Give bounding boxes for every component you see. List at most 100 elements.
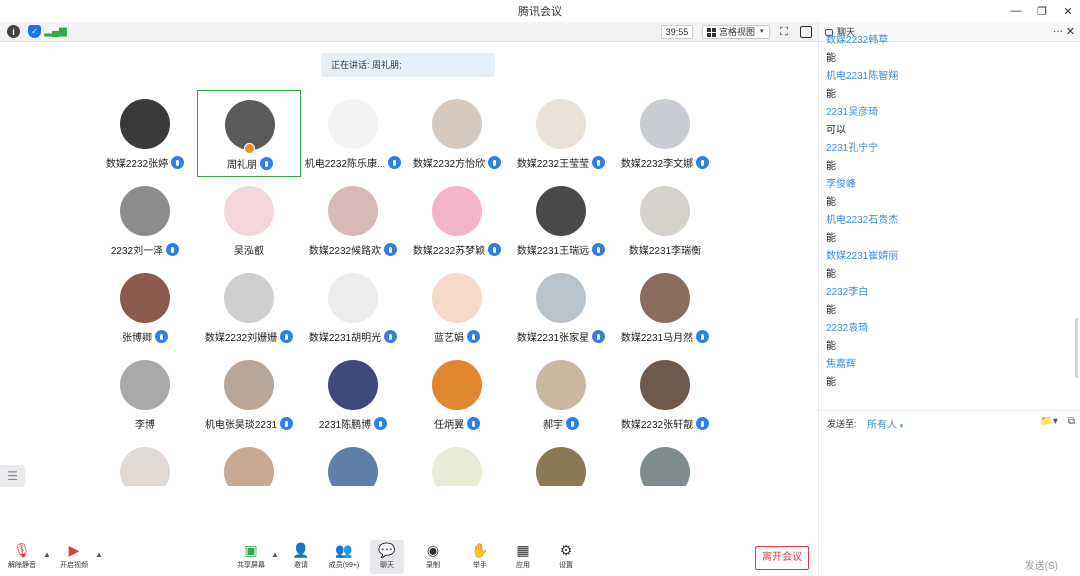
participant-name: 数媒2232王莹莹 (516, 159, 590, 170)
avatar (432, 99, 482, 149)
chat-button[interactable]: 💬 聊天 (370, 540, 404, 574)
participant-tile[interactable]: 机电张昊琰2231 (197, 351, 301, 438)
apps-button[interactable]: ▦ 应用 (506, 540, 540, 574)
participant-tile[interactable]: 数媒2232李文娜 (613, 90, 717, 177)
chat-sender[interactable]: 数媒2231崔婧丽 (826, 248, 1071, 266)
participant-tile[interactable]: 数媒2231李瑞衡 (613, 177, 717, 264)
chat-sender[interactable]: 2231吴彦琦 (826, 104, 1071, 122)
fullscreen-icon[interactable]: ⛶ (778, 26, 790, 38)
share-screen-icon: ▣ (244, 542, 258, 558)
record-button[interactable]: ◉ 录制 (416, 540, 450, 574)
participant-tile[interactable]: 数媒2232张婷 (93, 90, 197, 177)
settings-button[interactable]: ⚙ 设置 (549, 540, 583, 574)
participant-name-row: 任炳翼 (405, 416, 509, 431)
participant-tile[interactable]: 蓝艺娟 (405, 264, 509, 351)
share-options-caret[interactable]: ▲ (271, 550, 279, 559)
participant-tile-active[interactable]: 周礼朋 (197, 90, 301, 177)
chat-message-text: 可以 (826, 125, 846, 136)
participant-name-row: 数媒2232方怡欣 (405, 155, 509, 170)
chat-message-text: 能 (826, 377, 836, 388)
members-button[interactable]: 👥 成员(99+) (327, 540, 361, 574)
participant-name: 数媒2231王瑞远 (516, 246, 590, 257)
participant-name: 数媒2232苏梦颖 (412, 246, 486, 257)
send-to-row: 发送至: 所有人 ▾ 📁▾ ⧉ (819, 410, 1080, 434)
participant-tile[interactable] (405, 438, 509, 486)
title-bar: 腾讯会议 — ❐ ✕ (0, 0, 1080, 22)
participant-name-row: 数媒2231马月然 (613, 329, 717, 344)
leave-meeting-button[interactable]: 离开会议 (755, 546, 809, 570)
sidebar-toggle-icon[interactable] (800, 26, 812, 38)
chat-sender[interactable]: 焦嘉辉 (826, 356, 1071, 374)
send-button[interactable]: 发送(S) (1025, 557, 1058, 572)
chat-message-text: 能 (826, 305, 836, 316)
avatar (536, 360, 586, 410)
shield-icon[interactable]: ✓ (28, 25, 41, 38)
participant-tile[interactable]: 李博 (93, 351, 197, 438)
chat-sender[interactable]: 2231孔宁宁 (826, 140, 1071, 158)
participant-tile[interactable]: 数媒2232方怡欣 (405, 90, 509, 177)
info-icon[interactable]: i (7, 25, 20, 38)
participant-name-row: 数媒2231张家星 (509, 329, 613, 344)
chat-sender[interactable]: 李俊峰 (826, 176, 1071, 194)
participant-tile[interactable]: 数媒2232候路欢 (301, 177, 405, 264)
invite-button[interactable]: 👤 邀请 (284, 540, 318, 574)
list-toggle-icon[interactable]: ☰ (0, 465, 25, 487)
chat-sender[interactable]: 机电2232石贵杰 (826, 212, 1071, 230)
screenshot-icon[interactable]: ⧉ (1068, 416, 1075, 427)
mic-icon (592, 156, 606, 169)
participant-tile[interactable] (301, 438, 405, 486)
participant-tile[interactable]: 数媒2231马月然 (613, 264, 717, 351)
participant-name: 数媒2232李文娜 (620, 159, 694, 170)
hand-icon: ✋ (471, 542, 489, 558)
participant-tile[interactable]: 郝宇 (509, 351, 613, 438)
signal-icon[interactable]: ▂▄▆ (44, 25, 66, 38)
participant-tile[interactable]: 数媒2232王莹莹 (509, 90, 613, 177)
participant-name: 2231陈鹏博 (318, 420, 372, 431)
participant-name-row: 数媒2232候路欢 (301, 242, 405, 257)
participant-tile[interactable]: 数媒2231胡明光 (301, 264, 405, 351)
participant-tile[interactable]: 数媒2232张轩靓 (613, 351, 717, 438)
participant-name: 周礼朋 (227, 160, 257, 171)
invite-icon: 👤 (292, 542, 310, 558)
audio-options-caret[interactable]: ▲ (43, 550, 51, 559)
folder-icon[interactable]: 📁▾ (1040, 416, 1057, 427)
participant-tile[interactable]: 2231陈鹏博 (301, 351, 405, 438)
avatar (432, 447, 482, 486)
participant-tile[interactable] (197, 438, 301, 486)
participant-tile[interactable]: 张博卿 (93, 264, 197, 351)
participant-name: 数媒2231李瑞衡 (628, 246, 702, 257)
participant-tile[interactable]: 任炳翼 (405, 351, 509, 438)
participant-tile[interactable]: 数媒2232苏梦颖 (405, 177, 509, 264)
participant-tile[interactable]: 数媒2231王瑞远 (509, 177, 613, 264)
raise-hand-button[interactable]: ✋ 举手 (463, 540, 497, 574)
participant-tile[interactable]: 数媒2232刘姗姗 (197, 264, 301, 351)
chat-sender[interactable]: 2232袁琦 (826, 320, 1071, 338)
participant-tile[interactable]: 数媒2231张家星 (509, 264, 613, 351)
share-screen-button[interactable]: ▣ 共享屏幕 (234, 540, 268, 574)
participant-tile[interactable] (613, 438, 717, 486)
chat-scrollbar[interactable] (1075, 318, 1078, 378)
participant-tile[interactable]: 机电2232陈乐康... (301, 90, 405, 177)
chat-message-text: 能 (826, 161, 836, 172)
view-mode-select[interactable]: 宫格视图 ▾ (702, 25, 770, 39)
video-button[interactable]: ▶ 开启视频 (57, 540, 91, 574)
record-label: 录制 (426, 562, 440, 569)
close-icon[interactable]: ✕ (1062, 5, 1074, 18)
bottom-toolbar: 🎙 解除静音 ▲ ▶ 开启视频 ▲ ▣ 共享屏幕 ▲ 👤 邀请 👥 成员(99+… (0, 538, 818, 576)
chat-sender[interactable]: 机电2231陈智翔 (826, 68, 1071, 86)
chat-panel: 聊天 ··· ✕ 数媒2232韩草能机电2231陈智翔能 2231吴彦琦 可以 223… (818, 22, 1080, 576)
participant-tile[interactable] (93, 438, 197, 486)
minimize-icon[interactable]: — (1010, 5, 1022, 17)
unmute-button[interactable]: 🎙 解除静音 (5, 540, 39, 574)
participant-tile[interactable] (509, 438, 613, 486)
participant-tile[interactable]: 2232刘一泽 (93, 177, 197, 264)
chat-message-list[interactable]: 数媒2232韩草能机电2231陈智翔能 2231吴彦琦 可以 2231孔宁宁能李俊峰能… (826, 32, 1071, 402)
send-target-select[interactable]: 所有人 ▾ (867, 416, 903, 431)
video-options-caret[interactable]: ▲ (95, 550, 103, 559)
participant-tile[interactable]: 吴泓叡 (197, 177, 301, 264)
participant-name: 数媒2231张家星 (516, 333, 590, 344)
restore-icon[interactable]: ❐ (1036, 5, 1048, 18)
chat-sender[interactable]: 数媒2232韩草 (826, 32, 1071, 50)
chat-sender[interactable]: 2232李白 (826, 284, 1071, 302)
participant-name: 数媒2232张轩靓 (620, 420, 694, 431)
